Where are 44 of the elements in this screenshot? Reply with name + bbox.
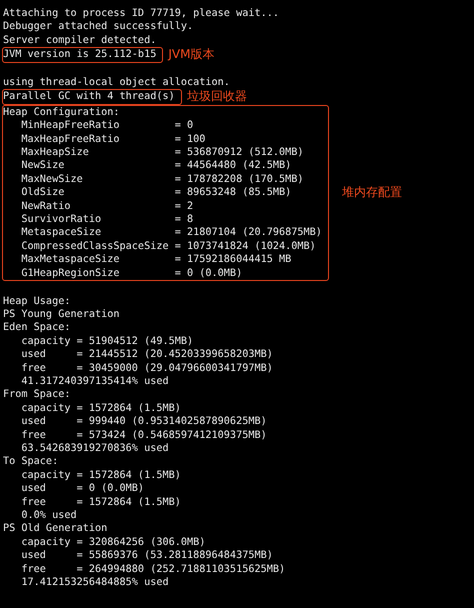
terminal-line: Parallel GC with 4 thread(s) — [3, 90, 175, 104]
terminal-line: JVM version is 25.112-b15 — [3, 48, 156, 62]
terminal-line: NewSize = 44564480 (42.5MB) — [20, 159, 292, 173]
terminal-line: MaxNewSize = 178782208 (170.5MB) — [20, 172, 305, 186]
terminal-line: MaxMetaspaceSize = 17592186044415 MB — [20, 253, 292, 267]
terminal-line: free = 30459000 (29.04796600341797MB) — [20, 362, 274, 375]
terminal-line: MaxHeapSize = 536870912 (512.0MB) — [20, 146, 305, 160]
terminal-line: PS Old Generation — [3, 522, 108, 536]
terminal-line: MaxHeapFreeRatio = 100 — [20, 132, 206, 146]
terminal-line: used = 55869376 (53.28118896484375MB) — [20, 549, 274, 563]
terminal-line: 41.317240397135414% used — [20, 374, 170, 388]
terminal-line: free = 264994880 (252.71881103515625MB) — [20, 562, 286, 576]
terminal-line: capacity = 320864256 (306.0MB) — [20, 536, 206, 550]
terminal-line: To Space: — [3, 455, 60, 469]
terminal-line: using thread-local object allocation. — [3, 76, 231, 90]
terminal-line: 0.0% used — [20, 509, 78, 522]
annotation-label: JVM版本 — [168, 48, 214, 62]
terminal-line: used = 0 (0.0MB) — [20, 482, 146, 496]
terminal-line: Heap Usage: — [3, 294, 72, 308]
terminal-line: OldSize = 89653248 (85.5MB) — [20, 186, 292, 200]
terminal-line: Debugger attached successfully. — [3, 20, 194, 34]
terminal-line: NewRatio = 2 — [20, 200, 194, 214]
terminal-line: MetaspaceSize = 21807104 (20.796875MB) — [20, 226, 322, 240]
terminal-line: G1HeapRegionSize = 0 (0.0MB) — [20, 266, 244, 280]
annotation-label: 垃圾回收器 — [186, 90, 247, 104]
terminal-line: free = 573424 (0.5468597412109375MB) — [20, 428, 268, 442]
terminal-line: 63.542683919270836% used — [20, 442, 170, 456]
terminal-line: Heap Configuration: — [3, 106, 121, 120]
terminal-line: Server compiler detected. — [3, 34, 158, 48]
terminal-line: Eden Space: — [3, 321, 72, 335]
terminal-line: From Space: — [3, 388, 72, 402]
terminal-line: MinHeapFreeRatio = 0 — [20, 119, 194, 133]
terminal-line: Attaching to process ID 77719, please wait... — [3, 7, 280, 20]
terminal-line: PS Young Generation — [3, 308, 121, 322]
terminal-line: 17.412153256484885% used — [20, 576, 170, 590]
terminal-line: SurvivorRatio = 8 — [20, 213, 194, 226]
terminal-line: capacity = 1572864 (1.5MB) — [20, 468, 182, 482]
terminal-line: capacity = 1572864 (1.5MB) — [20, 402, 182, 416]
terminal-line: CompressedClassSpaceSize = 1073741824 (1024.0MB) — [20, 240, 317, 254]
terminal-line: used = 21445512 (20.45203399658203MB) — [20, 348, 274, 362]
terminal-line: free = 1572864 (1.5MB) — [20, 496, 182, 509]
annotation-label: 堆内存配置 — [342, 186, 402, 200]
terminal-line: used = 999440 (0.9531402587890625MB) — [20, 415, 268, 429]
terminal-line: capacity = 51904512 (49.5MB) — [20, 334, 194, 348]
